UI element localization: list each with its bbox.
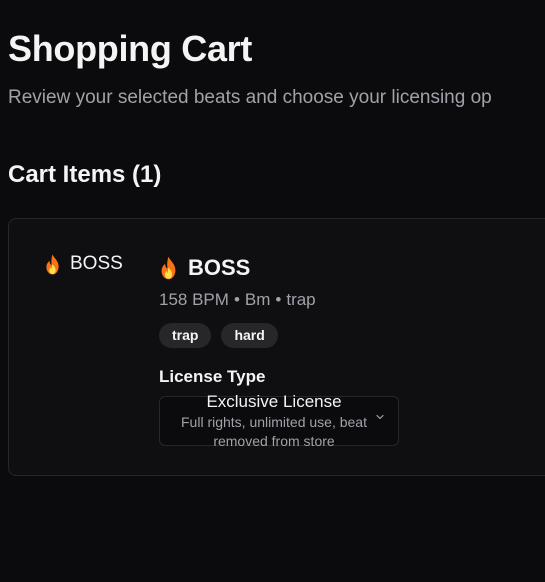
chevron-down-icon [376,414,384,420]
beat-title: BOSS [188,255,251,280]
tag-badge: hard [221,323,278,348]
page-title: Shopping Cart [8,28,253,69]
license-description: Full rights, unlimited use, beat removed… [181,414,367,449]
cart-items-heading: Cart Items (1) [8,161,162,188]
license-selected-value: Exclusive License Full rights, unlimited… [160,391,388,451]
license-type-select[interactable]: Exclusive License Full rights, unlimited… [159,392,399,449]
meta-separator: • [233,290,240,309]
license-name: Exclusive License [206,392,342,411]
beat-genre: trap [286,290,316,309]
tag-badge: trap [159,323,212,348]
beat-meta: 158 BPM • Bm • trap [159,290,459,310]
beat-artwork: BOSS [44,253,123,275]
beat-tags: trap hard [159,323,459,348]
beat-key: Bm [244,290,271,309]
artwork-label: BOSS [70,253,123,274]
beat-bpm: 158 BPM [159,290,229,309]
beat-title-row: BOSS [159,253,459,283]
beat-details: BOSS 158 BPM • Bm • trap trap hard Licen… [159,253,459,449]
cart-item-card: BOSS BOSS 158 BPM • Bm • trap trap hard … [8,218,545,476]
meta-separator: • [275,290,282,309]
page-subtitle: Review your selected beats and choose yo… [8,87,492,108]
fire-icon [159,256,178,280]
fire-icon [44,254,61,275]
shopping-cart-page: Shopping Cart Review your selected beats… [0,0,545,582]
license-type-label: License Type [159,367,266,386]
